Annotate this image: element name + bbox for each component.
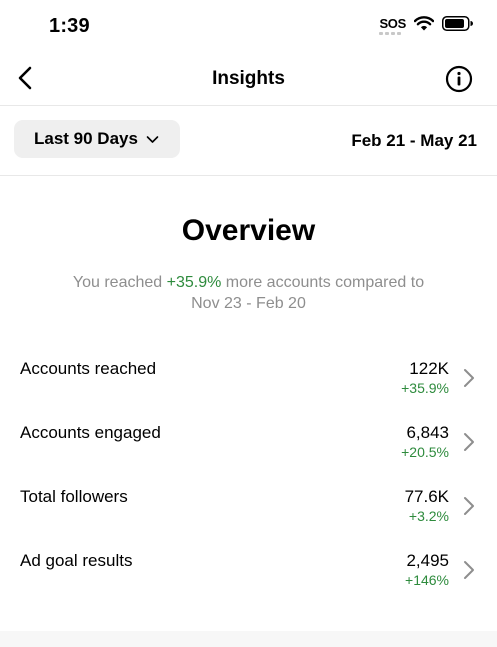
- overview-summary: You reached +35.9% more accounts compare…: [40, 272, 457, 314]
- sos-indicator: SOS: [379, 15, 406, 35]
- page-title: Insights: [212, 68, 285, 89]
- metric-label: Accounts engaged: [20, 423, 161, 442]
- navigation-bar: Insights: [0, 52, 497, 106]
- metric-change: +146%: [405, 572, 449, 588]
- summary-highlight: +35.9%: [166, 274, 222, 291]
- metric-value: 6,843: [406, 423, 449, 442]
- metric-row-accounts-reached[interactable]: Accounts reached 122K +35.9%: [0, 359, 497, 423]
- metric-row-accounts-engaged[interactable]: Accounts engaged 6,843 +20.5%: [0, 423, 497, 487]
- metric-change: +20.5%: [401, 444, 449, 460]
- filter-row: Last 90 Days Feb 21 - May 21: [0, 106, 497, 176]
- sos-label: SOS: [379, 15, 406, 31]
- signal-dots-icon: [379, 31, 402, 35]
- date-range-dropdown[interactable]: Last 90 Days: [14, 120, 180, 158]
- chevron-down-icon: [146, 135, 159, 143]
- metric-change: +3.2%: [408, 508, 449, 524]
- metric-label: Accounts reached: [20, 359, 157, 378]
- metric-change: +35.9%: [401, 380, 449, 396]
- status-time: 1:39: [49, 15, 90, 37]
- summary-suffix: more accounts compared to: [221, 274, 425, 291]
- wifi-icon: [414, 16, 434, 31]
- chevron-right-icon: [464, 497, 474, 515]
- metric-label: Ad goal results: [20, 551, 133, 570]
- metric-row-total-followers[interactable]: Total followers 77.6K +3.2%: [0, 487, 497, 551]
- summary-prefix: You reached: [72, 274, 167, 291]
- metric-value: 2,495: [406, 551, 449, 570]
- date-range-text: Feb 21 - May 21: [351, 131, 477, 150]
- summary-comparison-range: Nov 23 - Feb 20: [191, 295, 306, 312]
- overview-heading: Overview: [181, 214, 316, 247]
- metric-label: Total followers: [20, 487, 128, 506]
- section-divider: [0, 631, 497, 647]
- chevron-right-icon: [464, 369, 474, 387]
- chevron-right-icon: [464, 561, 474, 579]
- date-range-dropdown-label: Last 90 Days: [34, 129, 138, 148]
- battery-icon: [442, 16, 473, 31]
- chevron-right-icon: [464, 433, 474, 451]
- status-bar: 1:39 SOS: [0, 0, 497, 52]
- metric-value: 122K: [409, 359, 449, 378]
- status-icons: SOS: [379, 15, 473, 35]
- metric-value: 77.6K: [404, 487, 449, 506]
- metric-row-ad-goal-results[interactable]: Ad goal results 2,495 +146%: [0, 551, 497, 615]
- info-icon[interactable]: [445, 65, 473, 93]
